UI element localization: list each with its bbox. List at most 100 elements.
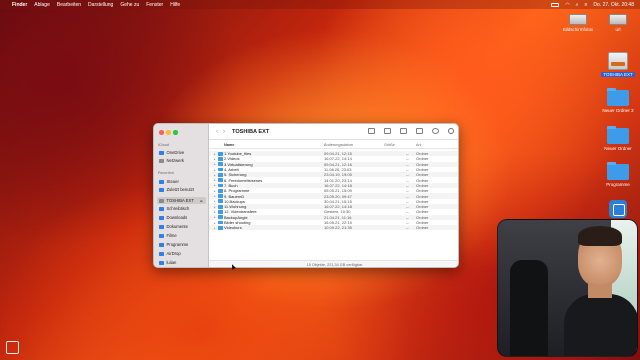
control-center-icon[interactable]: ≡ — [584, 2, 587, 8]
disclosure-triangle-icon[interactable]: ▸ — [214, 221, 216, 225]
desktop-icon-label: Neuer Ordner 2 — [602, 108, 634, 113]
sidebar-item-zuletzt-benutzt[interactable]: Zuletzt benutzt — [157, 186, 206, 193]
wifi-icon[interactable]: ◠ — [565, 2, 569, 8]
finder-window: iCloud OneDrive Netzwerk Favoriten TOSHI… — [153, 123, 459, 268]
sidebar-item-airdrop[interactable]: AirDrop — [157, 250, 206, 257]
menu-ablage[interactable]: Ablage — [34, 2, 50, 8]
file-row[interactable]: ▸ Videokurs 10.09.22, 21:35 -- Ordner — [209, 225, 458, 231]
minimize-window-button[interactable] — [166, 130, 171, 135]
finder-toolbar: ‹ › TOSHIBA EXT — [209, 124, 458, 140]
file-kind: Ordner — [416, 225, 429, 231]
menubar-clock[interactable]: Do. 27. Okt. 20:48 — [593, 2, 634, 8]
sidebar-item-downloads[interactable]: Downloads — [157, 214, 206, 221]
menu-gehe-zu[interactable]: Gehe zu — [120, 2, 139, 8]
drive-icon — [609, 14, 627, 25]
disclosure-triangle-icon[interactable]: ▸ — [214, 189, 216, 193]
forward-button[interactable]: › — [223, 129, 225, 135]
desktop-icon-neuer-ordner[interactable]: Neuer Ordner — [595, 126, 640, 151]
tag-icon[interactable] — [416, 128, 423, 134]
network-icon — [159, 158, 164, 163]
sidebar-item-schreibtisch[interactable]: Schreibtisch — [157, 205, 206, 212]
back-button[interactable]: ‹ — [216, 129, 218, 135]
menu-bar: Finder Ablage Bearbeiten Darstellung Geh… — [0, 0, 640, 9]
folder-icon — [607, 126, 629, 144]
sidebar-item-filme[interactable]: Filme — [157, 232, 206, 239]
desktop-icon — [159, 206, 164, 211]
disclosure-triangle-icon[interactable]: ▸ — [214, 173, 216, 177]
drive-icon — [159, 198, 164, 203]
menu-darstellung[interactable]: Darstellung — [88, 2, 113, 8]
folder-icon — [218, 210, 223, 214]
eject-icon[interactable]: ⏏ — [200, 199, 203, 203]
finder-content: ‹ › TOSHIBA EXT Name Änderungsdatum Größ… — [209, 124, 458, 267]
sidebar-item-toshiba-ext[interactable]: TOSHIBA EXT ⏏ — [157, 197, 206, 204]
desktop-icon-url[interactable]: url — [595, 14, 640, 32]
disclosure-triangle-icon[interactable]: ▸ — [214, 162, 216, 166]
desktop-icon-programme[interactable]: Programme — [595, 162, 640, 187]
column-header-name[interactable]: Name — [224, 143, 234, 147]
edit-icon[interactable] — [6, 341, 19, 354]
folder-icon — [218, 204, 223, 209]
sidebar-item-onedrive[interactable]: OneDrive — [157, 149, 206, 156]
sidebar-item-steuer[interactable]: Steuer — [157, 178, 206, 185]
sidebar-item-programme[interactable]: Programme — [157, 241, 206, 248]
sidebar-item-dokumente[interactable]: Dokumente — [157, 223, 206, 230]
disclosure-triangle-icon[interactable]: ▸ — [214, 152, 216, 156]
disclosure-triangle-icon[interactable]: ▸ — [214, 199, 216, 203]
file-list: ▸ 1.Youtube_files 09.04.21, 12:15 -- Ordner ▸… — [209, 151, 458, 231]
drive-icon — [569, 14, 587, 25]
folder-icon — [218, 215, 223, 220]
webcam-overlay — [497, 219, 638, 357]
battery-icon[interactable] — [551, 2, 560, 7]
menu-finder[interactable]: Finder — [12, 2, 27, 8]
disclosure-triangle-icon[interactable]: ▸ — [214, 157, 216, 161]
menu-bearbeiten[interactable]: Bearbeiten — [57, 2, 81, 8]
column-header-kind[interactable]: Art — [416, 143, 421, 147]
person-hair — [578, 226, 622, 246]
folder-icon — [218, 220, 223, 225]
apps-icon — [159, 242, 164, 247]
status-bar: 15 Objekte, 221,34 GB verfügbar — [209, 260, 458, 267]
disclosure-triangle-icon[interactable]: ▸ — [214, 194, 216, 198]
disclosure-triangle-icon[interactable]: ▸ — [214, 226, 216, 230]
sidebar-item-label: Programme — [166, 242, 189, 247]
folder-icon — [159, 179, 164, 184]
folder-icon — [218, 178, 223, 183]
search-icon[interactable] — [448, 128, 454, 134]
folder-icon — [607, 88, 629, 106]
sidebar-item-label: Dokumente — [166, 224, 188, 229]
more-actions-icon[interactable] — [432, 128, 439, 134]
external-drive-icon — [608, 52, 628, 70]
close-window-button[interactable] — [159, 130, 164, 135]
menu-fenster[interactable]: Fenster — [146, 2, 163, 8]
sidebar-item-label: Zuletzt benutzt — [166, 187, 194, 192]
column-header-date[interactable]: Änderungsdatum — [324, 143, 353, 147]
file-size: -- — [406, 225, 409, 231]
desktop-icon-neuer-ordner-2[interactable]: Neuer Ordner 2 — [595, 88, 640, 113]
disclosure-triangle-icon[interactable]: ▸ — [214, 178, 216, 182]
view-options-icon[interactable] — [368, 128, 375, 134]
file-date: 10.09.22, 21:35 — [324, 225, 352, 231]
sidebar-item-netzwerk[interactable]: Netzwerk — [157, 157, 206, 164]
disclosure-triangle-icon[interactable]: ▸ — [214, 205, 216, 209]
group-icon[interactable] — [384, 128, 391, 134]
folder-icon — [218, 157, 223, 161]
desktop-icon-toshiba-ext[interactable]: TOSHIBA EXT — [595, 52, 640, 77]
search-icon[interactable]: ⌕ — [576, 2, 579, 8]
column-header-size[interactable]: Größe — [384, 143, 395, 147]
menu-hilfe[interactable]: Hilfe — [170, 2, 180, 8]
zoom-window-button[interactable] — [173, 130, 178, 135]
sidebar-heading-favoriten: Favoriten — [158, 171, 175, 175]
disclosure-triangle-icon[interactable]: ▸ — [214, 168, 216, 172]
status-text: 15 Objekte, 221,34 GB verfügbar — [306, 263, 363, 267]
sidebar-item-label: Filme — [166, 233, 177, 238]
sidebar-item-home[interactable]: luiian — [157, 259, 206, 266]
disclosure-triangle-icon[interactable]: ▸ — [214, 210, 216, 214]
folder-icon — [218, 172, 223, 177]
desktop-icon-label: Neuer Ordner — [604, 146, 632, 151]
person-body — [564, 294, 637, 356]
share-icon[interactable] — [400, 128, 407, 134]
sidebar-heading-icloud: iCloud — [158, 143, 170, 147]
disclosure-triangle-icon[interactable]: ▸ — [214, 215, 216, 219]
disclosure-triangle-icon[interactable]: ▸ — [214, 183, 216, 187]
